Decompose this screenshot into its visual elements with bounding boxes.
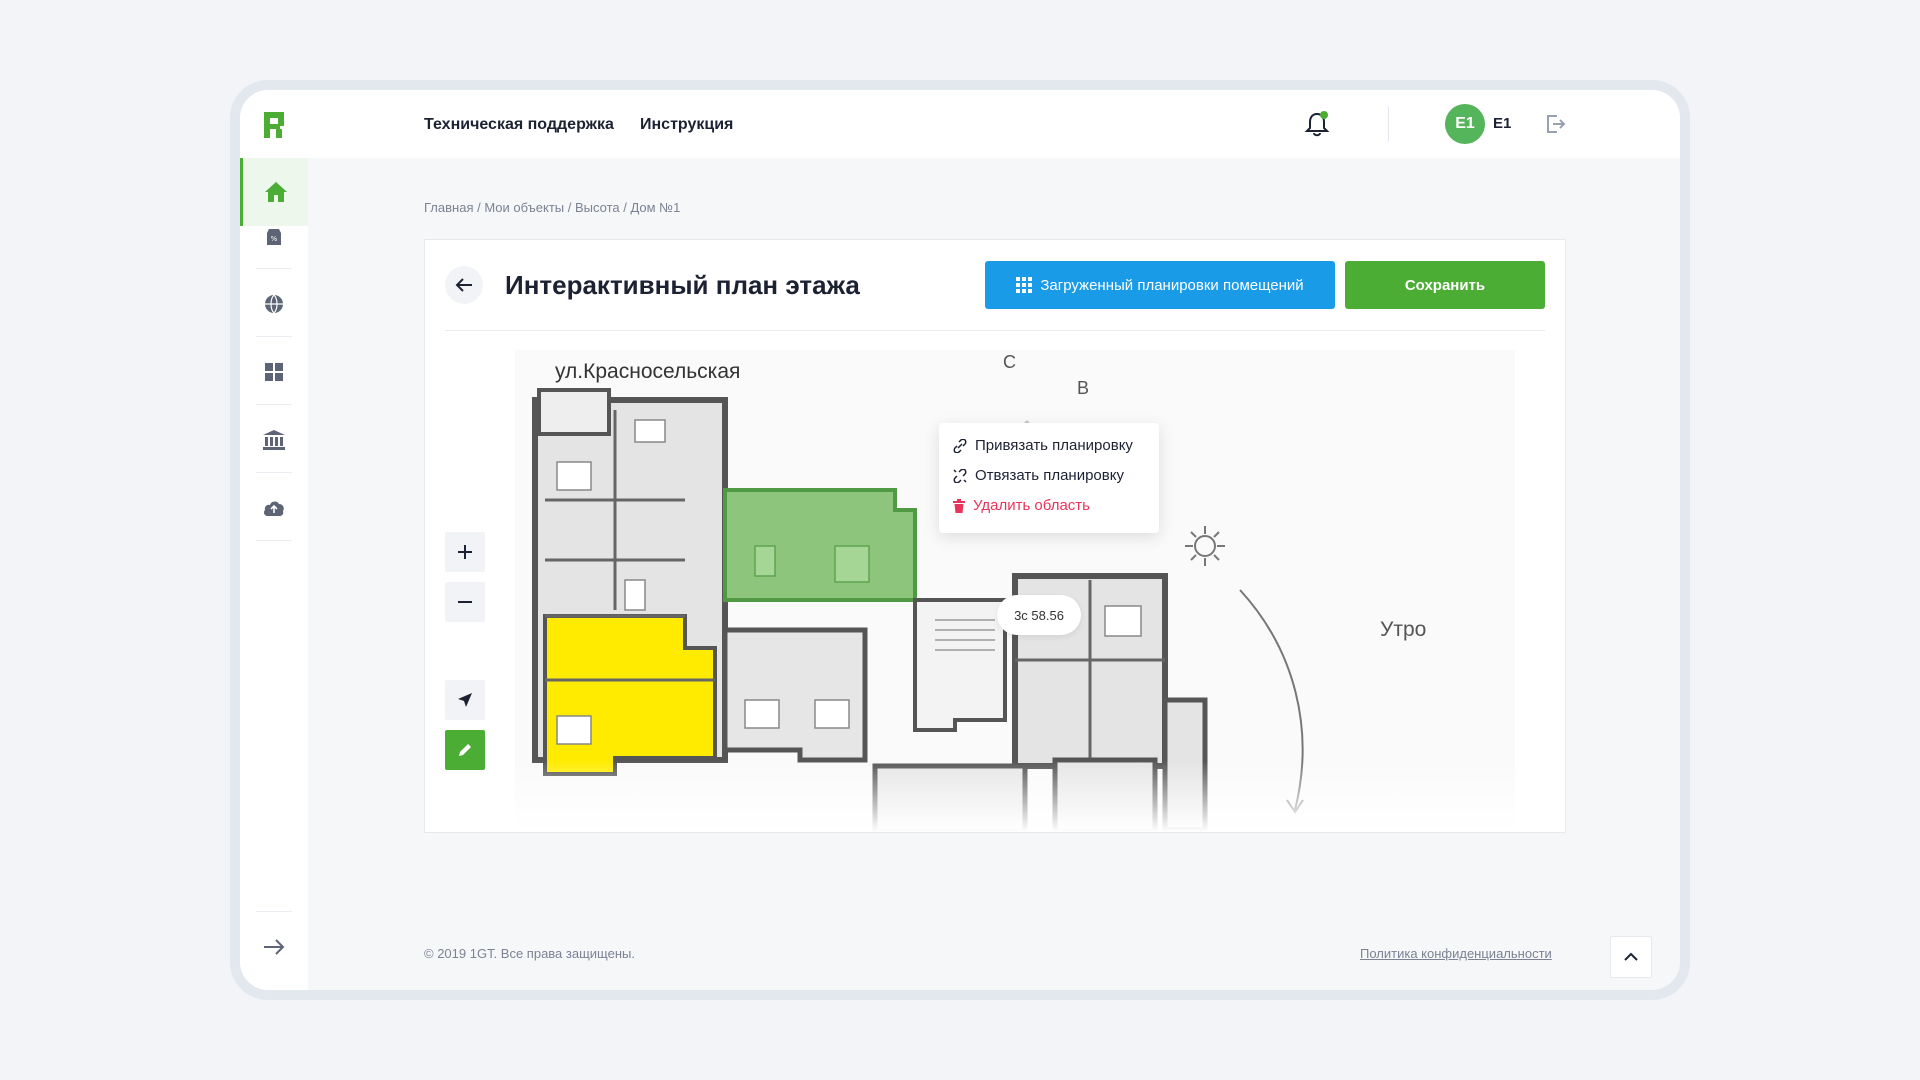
street-label: ул.Красносельская	[555, 360, 741, 383]
sidebar-item-bank[interactable]	[240, 406, 308, 474]
menu-item-delete-area[interactable]: Удалить область	[953, 497, 1090, 514]
globe-icon	[265, 294, 283, 314]
sidebar-collapse-button[interactable]	[240, 913, 308, 981]
sidebar-separator	[256, 911, 292, 912]
user-name[interactable]: Е1	[1493, 115, 1511, 132]
selected-area-label[interactable]: 3с 58.56	[997, 595, 1081, 635]
header-divider	[1388, 106, 1389, 142]
minus-icon	[458, 601, 472, 603]
menu-item-attach-layout[interactable]: Привязать планировку	[953, 437, 1133, 454]
trash-icon	[953, 498, 965, 513]
sidebar-item-upload[interactable]	[240, 474, 308, 542]
chevron-up-icon	[1624, 952, 1638, 961]
cloud-upload-icon	[264, 501, 284, 516]
home-icon	[264, 182, 287, 202]
scroll-top-button[interactable]	[1610, 936, 1652, 978]
logout-icon[interactable]	[1543, 112, 1567, 136]
page-title: Интерактивный план этажа	[505, 270, 860, 300]
menu-item-delete-label: Удалить область	[973, 497, 1090, 514]
nav-instructions-link[interactable]: Инструкция	[640, 116, 733, 134]
pencil-icon	[459, 744, 471, 756]
grid-icon	[265, 363, 283, 381]
edit-area-tool-button[interactable]	[445, 730, 485, 770]
nav-support-link[interactable]: Техническая поддержка	[424, 116, 614, 134]
link-icon	[953, 438, 967, 453]
discount-tag-icon: %	[267, 229, 281, 245]
compass-east-label: В	[1077, 378, 1090, 398]
sidebar-item-dashboard[interactable]	[240, 338, 308, 406]
privacy-policy-link[interactable]: Политика конфиденциальности	[1360, 946, 1552, 961]
arrow-right-icon	[264, 939, 285, 955]
back-button[interactable]	[445, 266, 483, 304]
notification-bell-icon[interactable]	[1304, 110, 1330, 138]
bank-icon	[263, 430, 285, 450]
grid-dots-icon	[1016, 277, 1033, 293]
header-divider	[445, 330, 1545, 331]
area-context-menu: Привязать планировку Отвязать планировку…	[939, 423, 1159, 533]
breadcrumb[interactable]: Главная / Мои объекты / Высота / Дом №1	[424, 200, 680, 215]
sidebar-item-discounts[interactable]: %	[240, 202, 308, 270]
top-bar: Техническая поддержка Инструкция Е1 Е1	[240, 90, 1680, 158]
plus-icon	[458, 545, 472, 559]
compass-north-label: С	[1003, 352, 1016, 372]
arrow-left-icon	[455, 278, 472, 292]
svg-text:%: %	[271, 235, 278, 243]
menu-item-attach-label: Привязать планировку	[975, 437, 1133, 454]
menu-item-detach-layout[interactable]: Отвязать планировку	[953, 467, 1124, 484]
morning-label: Утро	[1380, 618, 1427, 641]
zoom-out-button[interactable]	[445, 582, 485, 622]
app-screen: Техническая поддержка Инструкция Е1 Е1 %	[240, 90, 1680, 990]
unlink-icon	[953, 468, 967, 483]
user-avatar[interactable]: Е1	[1445, 104, 1485, 144]
zoom-in-button[interactable]	[445, 532, 485, 572]
navigation-arrow-icon	[458, 693, 472, 707]
plan-fade-overlay	[425, 760, 1565, 832]
sidebar: %	[240, 158, 308, 990]
uploaded-layouts-label: Загруженный планировки помещений	[1040, 276, 1304, 294]
uploaded-layouts-button[interactable]: Загруженный планировки помещений	[985, 261, 1335, 309]
sidebar-item-globe[interactable]	[240, 270, 308, 338]
save-button[interactable]: Сохранить	[1345, 261, 1545, 309]
menu-item-detach-label: Отвязать планировку	[975, 467, 1124, 484]
footer-copyright: © 2019 1GT. Все права защищены.	[424, 946, 635, 961]
floor-plan-card: Интерактивный план этажа Загруженный пла…	[424, 239, 1566, 833]
navigate-tool-button[interactable]	[445, 680, 485, 720]
logo-icon[interactable]	[264, 112, 286, 138]
